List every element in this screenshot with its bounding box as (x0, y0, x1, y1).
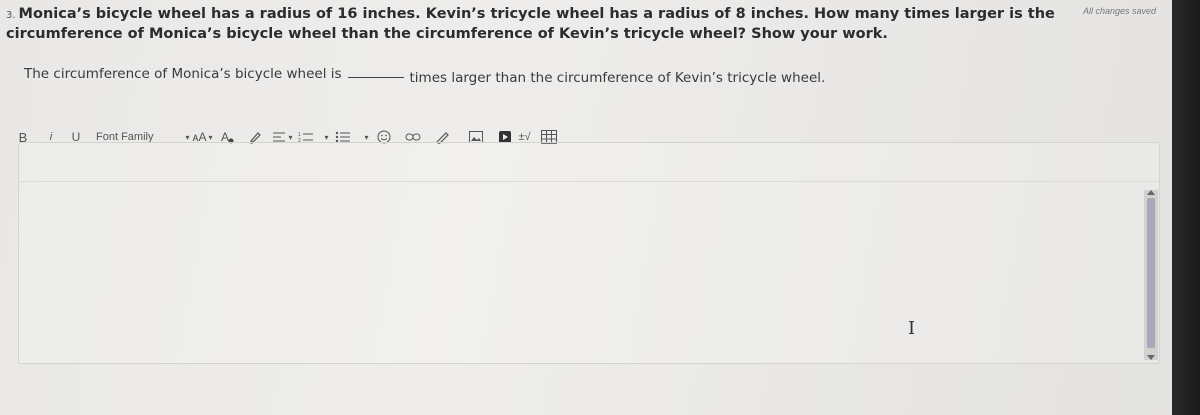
editor-divider (19, 181, 1159, 182)
font-size-dropdown-icon[interactable]: ▾ (208, 133, 212, 142)
answer-editor[interactable] (18, 142, 1160, 364)
scroll-thumb[interactable] (1147, 198, 1155, 348)
answer-suffix: times larger than the circumference of K… (409, 70, 826, 86)
text-cursor-icon: I (908, 318, 916, 339)
question-number: 3. (6, 10, 16, 21)
list-dropdown-icon[interactable]: ▾ (324, 133, 328, 142)
scroll-up-icon[interactable] (1147, 190, 1155, 195)
align-dropdown-icon[interactable]: ▾ (288, 133, 292, 142)
monitor-bezel (1172, 0, 1200, 415)
dropdown-arrow-icon[interactable]: ▾ (185, 133, 189, 142)
scroll-down-icon[interactable] (1147, 355, 1155, 360)
question-body: Monica’s bicycle wheel has a radius of 1… (6, 6, 1055, 42)
answer-prefix: The circumference of Monica’s bicycle wh… (24, 66, 342, 82)
link-icon[interactable] (405, 132, 421, 142)
question-text: 3. Monica’s bicycle wheel has a radius of… (6, 5, 1156, 43)
bullet-dropdown-icon[interactable]: ▾ (365, 133, 369, 142)
answer-blank (347, 66, 404, 78)
screen: All changes saved 3. Monica’s bicycle whe… (0, 0, 1172, 415)
editor-scrollbar[interactable] (1144, 190, 1158, 360)
answer-sentence: The circumference of Monica’s bicycle wh… (24, 66, 825, 86)
